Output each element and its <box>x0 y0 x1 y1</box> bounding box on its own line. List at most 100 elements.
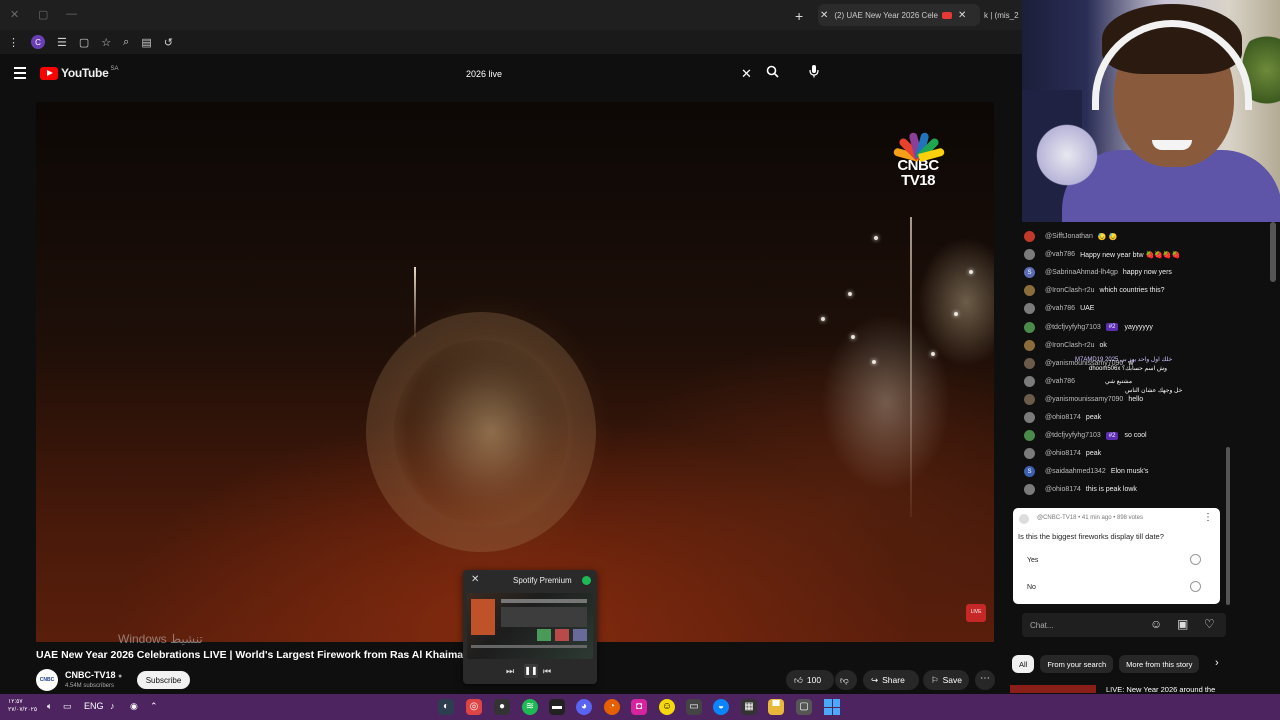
network-icon[interactable]: ▭ <box>63 701 72 712</box>
chat-username[interactable]: @vah786 <box>1045 251 1075 258</box>
video-player[interactable]: CNBC TV18 LIVE <box>36 102 994 642</box>
chat-avatar[interactable] <box>1024 430 1035 442</box>
reading-list-icon[interactable]: ▤ <box>141 36 151 49</box>
system-clock[interactable]: ١٢:٥٧ ٢٧/٠٧/٢٠٢٥ <box>8 698 37 714</box>
minimize-icon[interactable]: — <box>66 8 77 20</box>
clapper-icon[interactable]: ▦ <box>741 699 757 715</box>
chip-all[interactable]: All <box>1012 655 1035 673</box>
profile-avatar[interactable]: C <box>31 35 45 49</box>
chat-username[interactable]: @ohio8174 <box>1045 486 1081 493</box>
more-actions-icon[interactable]: ⋯ <box>975 670 995 690</box>
edge-icon[interactable]: ◒ <box>713 699 729 715</box>
chat-username[interactable]: @ohio8174 <box>1045 450 1081 457</box>
chat-avatar[interactable]: S <box>1024 267 1035 279</box>
maximize-icon[interactable]: ▢ <box>38 8 48 21</box>
dislike-button[interactable]: 👎︎ <box>835 670 857 690</box>
super-chat-icon[interactable]: ▣ <box>1177 617 1188 631</box>
chat-username[interactable]: @yanismounissamy7090 <box>1045 396 1123 403</box>
tab-groups-icon[interactable]: ▢ <box>79 36 89 49</box>
chat-avatar[interactable] <box>1024 249 1035 261</box>
chat-username[interactable]: @SifftJonathan <box>1045 233 1093 240</box>
chat-avatar[interactable] <box>1024 285 1035 297</box>
close-tab-icon[interactable]: ✕ <box>820 10 828 21</box>
windows-start-icon[interactable] <box>824 699 840 715</box>
chat-avatar[interactable] <box>1024 412 1035 423</box>
chat-avatar[interactable] <box>1024 357 1035 369</box>
bookmark-star-icon[interactable]: ☆ <box>101 36 111 49</box>
chat-avatar[interactable] <box>1024 448 1035 460</box>
like-button[interactable]: 👍︎ 100 <box>786 670 834 690</box>
close-window-icon[interactable]: ✕ <box>10 8 19 21</box>
media-app-icon[interactable]: ▭ <box>686 699 702 715</box>
chat-avatar[interactable] <box>1024 231 1035 242</box>
chat-avatar[interactable]: S <box>1024 466 1035 478</box>
chat-username[interactable]: @IronClash-r2u <box>1045 342 1095 349</box>
menu-dots-icon[interactable]: ⋮ <box>8 36 19 49</box>
search-input[interactable]: 2026 live <box>456 62 762 86</box>
chat-username[interactable]: @saidaahmed1342 <box>1045 468 1106 475</box>
emoji-icon[interactable]: ☺ <box>1150 617 1162 631</box>
chat-avatar[interactable] <box>1024 484 1035 496</box>
close-icon[interactable]: ✕ <box>471 574 479 585</box>
chat-scrollbar[interactable] <box>1226 447 1230 605</box>
chat-avatar[interactable] <box>1024 375 1035 387</box>
hamburger-menu-icon[interactable] <box>14 67 26 82</box>
chat-username[interactable]: @vah786 <box>1045 305 1075 312</box>
radio-icon[interactable] <box>1190 581 1201 592</box>
chat-avatar[interactable] <box>1024 339 1035 351</box>
next-track-icon[interactable]: ⏭ <box>506 666 514 677</box>
chat-username[interactable]: @tdcfjvyfyhg7103 <box>1045 324 1101 331</box>
file-explorer-icon[interactable]: ▀ <box>768 699 784 715</box>
chat-input[interactable]: Chat... <box>1022 613 1226 637</box>
desktop-app-icon[interactable]: ▢ <box>796 699 812 715</box>
chat-avatar[interactable] <box>1024 321 1035 333</box>
heart-icon[interactable]: ♡ <box>1204 617 1215 631</box>
pause-icon[interactable]: ❚❚ <box>524 664 538 678</box>
chat-scrollbar[interactable] <box>1270 222 1276 282</box>
language-indicator[interactable]: ENG <box>84 701 104 711</box>
extensions-icon[interactable]: ☰ <box>57 36 67 49</box>
clear-search-icon[interactable]: ✕ <box>741 66 752 82</box>
previous-track-icon[interactable]: ⏮ <box>543 666 551 677</box>
poll-option-no[interactable]: No <box>1018 576 1215 598</box>
chat-username[interactable]: @tdcfjvyfyhg7103 <box>1045 432 1101 439</box>
mic-tray-icon[interactable]: ♪ <box>110 701 115 711</box>
subscribe-button[interactable]: Subscribe <box>137 671 190 689</box>
poll-option-yes[interactable]: Yes <box>1018 549 1215 571</box>
share-button[interactable]: ↪ Share <box>863 670 919 690</box>
chrome-icon[interactable]: ◎ <box>466 699 482 715</box>
search-icon[interactable] <box>766 65 779 81</box>
chat-avatar[interactable] <box>1024 303 1035 315</box>
instagram-icon[interactable]: ◘ <box>631 699 647 715</box>
save-button[interactable]: ⚐ Save <box>923 670 969 690</box>
youtube-logo[interactable]: YouTube SA <box>40 66 118 80</box>
tray-icon[interactable]: ◉ <box>130 701 138 712</box>
steam-icon[interactable]: ◐ <box>438 699 454 715</box>
new-tab-button[interactable]: + <box>795 8 803 24</box>
show-hidden-icons-icon[interactable]: ⌃ <box>150 701 158 712</box>
chat-avatar[interactable] <box>1024 393 1035 405</box>
chat-username[interactable]: @vah786 <box>1045 378 1075 385</box>
search-tabs-icon[interactable]: ⌕ <box>123 36 129 49</box>
spotify-preview[interactable] <box>467 593 593 659</box>
microphone-icon[interactable] <box>805 64 823 82</box>
chat-username[interactable]: @SabrinaAhmad-lh4gp <box>1045 269 1118 276</box>
snapchat-icon[interactable]: ☺ <box>659 699 675 715</box>
chevron-right-icon[interactable]: › <box>1215 657 1219 669</box>
terminal-icon[interactable]: ▬ <box>549 699 565 715</box>
related-video-item[interactable]: LIVE: New Year 2026 around the <box>1010 684 1272 694</box>
history-icon[interactable]: ↺ <box>164 36 173 49</box>
spotify-app-icon[interactable]: ≋ <box>522 699 538 715</box>
close-tab-icon[interactable]: ✕ <box>958 10 966 21</box>
channel-name[interactable]: CNBC-TV18 ● <box>65 670 122 680</box>
tab-youtube[interactable]: ✕ (2) UAE New Year 2026 Cele ✕ <box>818 4 980 26</box>
chat-username[interactable]: @ohio8174 <box>1045 414 1081 421</box>
volume-icon[interactable]: 🔈︎ <box>47 701 52 712</box>
chip-from-your-search[interactable]: From your search <box>1040 655 1114 673</box>
firefox-icon[interactable]: ◔ <box>604 699 620 715</box>
github-icon[interactable]: ● <box>494 699 510 715</box>
tab-other[interactable]: k | (mis_2 <box>984 4 1022 26</box>
chat-username[interactable]: @IronClash-r2u <box>1045 287 1095 294</box>
discord-icon[interactable]: ◕ <box>576 699 592 715</box>
channel-avatar[interactable]: CNBC <box>36 669 58 691</box>
